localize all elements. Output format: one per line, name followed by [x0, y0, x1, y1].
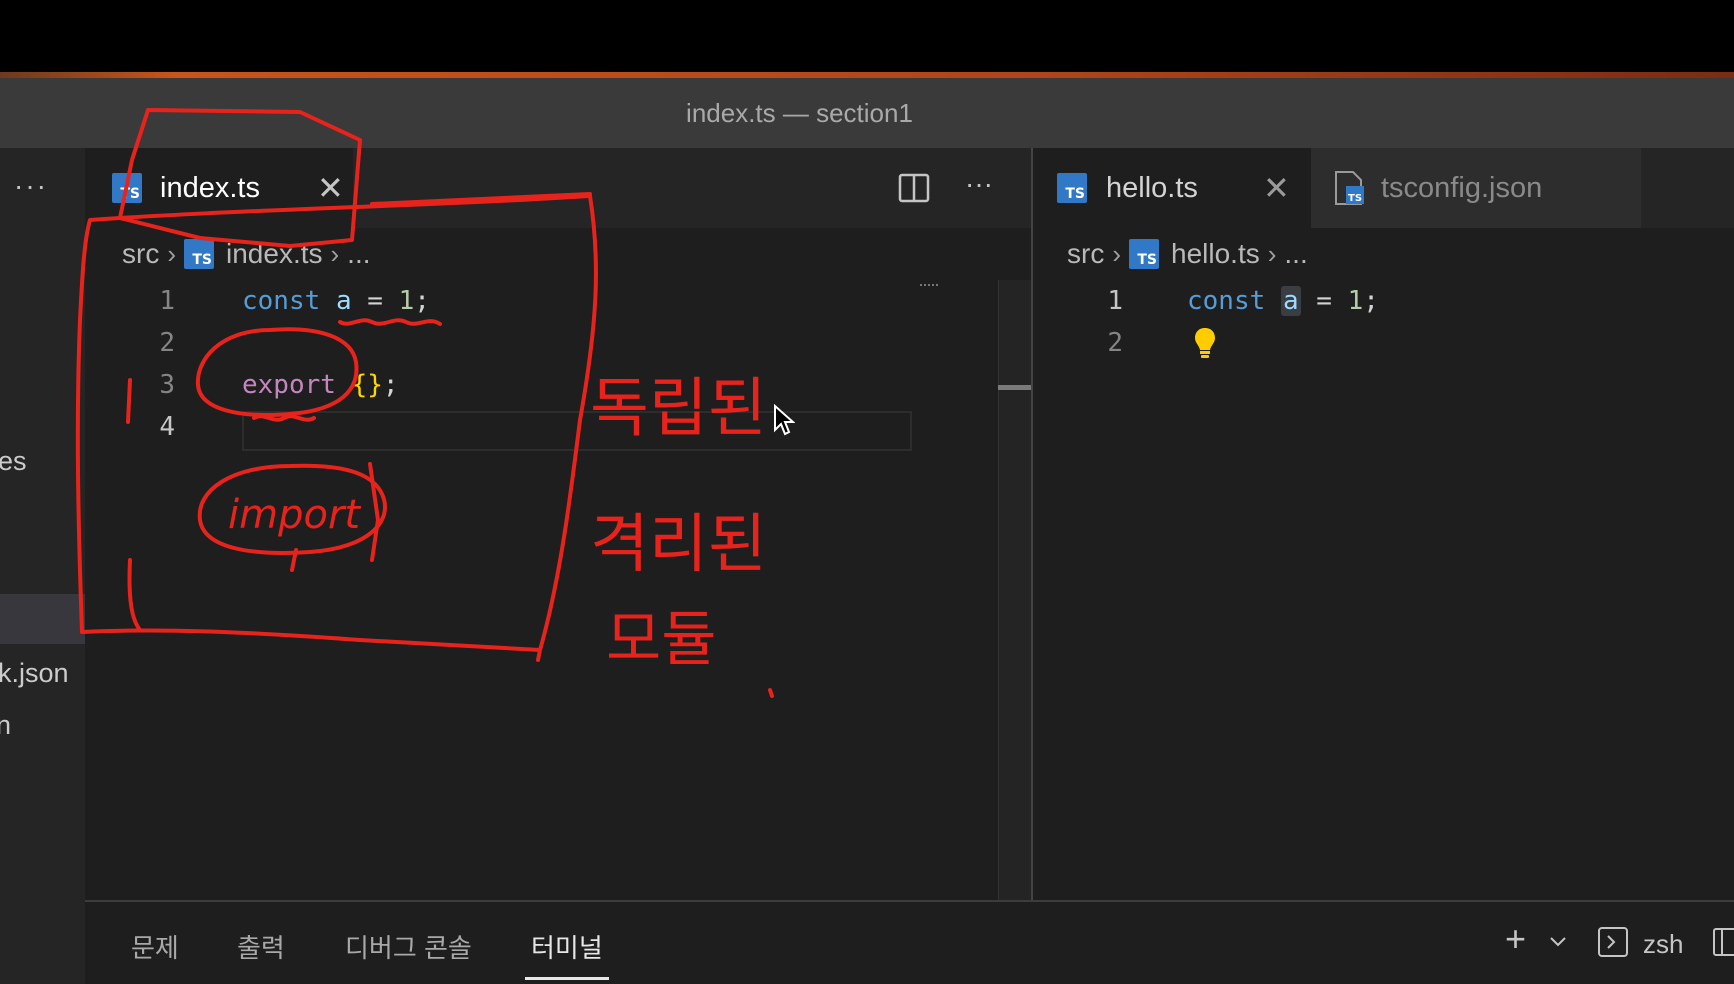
typescript-icon: TS	[1057, 173, 1087, 203]
line-number: 2	[159, 328, 175, 358]
explorer-item[interactable]: n	[0, 710, 11, 741]
tab-problems[interactable]: 문제	[131, 928, 179, 965]
typescript-icon: TS	[184, 239, 214, 269]
breadcrumb-folder[interactable]: src	[1067, 238, 1104, 270]
line-number-current: 4	[159, 412, 175, 442]
terminal-shell-label[interactable]: zsh	[1643, 929, 1683, 960]
explorer-sidebar: ··· es k.json n	[0, 148, 85, 984]
line-number: 3	[159, 370, 175, 400]
breadcrumb: src › TS index.ts › ...	[122, 238, 371, 270]
tab-debug-console[interactable]: 디버그 콘솔	[345, 928, 472, 965]
semicolon: ;	[382, 370, 399, 400]
braces: {}	[351, 370, 383, 400]
keyword: const	[1187, 286, 1266, 316]
tab-index-ts[interactable]: TS index.ts ✕	[85, 148, 353, 228]
tab-bar-right: TS hello.ts ✕ TS tsconfig.json	[1033, 148, 1734, 228]
active-tab-indicator	[525, 977, 609, 980]
keyword: const	[242, 286, 321, 316]
current-line-highlight	[242, 411, 912, 451]
code-line-1[interactable]: const a = 1;	[242, 286, 430, 316]
editor-group-left: TS index.ts ✕ ··· src › TS index.ts › ..…	[85, 148, 1031, 900]
breadcrumb-tail[interactable]: ...	[347, 238, 370, 270]
number-literal: 1	[1347, 286, 1364, 316]
svg-text:TS: TS	[1348, 193, 1362, 204]
line-number: 1	[1107, 286, 1123, 316]
identifier: a	[335, 286, 352, 316]
minimap[interactable]	[920, 284, 938, 288]
add-terminal-button[interactable]: +	[1505, 918, 1526, 960]
semicolon: ;	[414, 286, 430, 316]
number-literal: 1	[398, 286, 415, 316]
terminal-icon	[1598, 927, 1628, 957]
top-black-bar	[0, 0, 1734, 72]
chevron-right-icon: ›	[1267, 238, 1277, 269]
tab-label: hello.ts	[1106, 171, 1198, 204]
keyword-export: export	[242, 370, 336, 400]
explorer-selected-row[interactable]	[0, 594, 85, 644]
breadcrumb-tail[interactable]: ...	[1284, 238, 1307, 270]
typescript-icon: TS	[1129, 239, 1159, 269]
typescript-icon: TS	[112, 173, 142, 203]
breadcrumb-folder[interactable]: src	[122, 238, 159, 270]
explorer-item[interactable]: k.json	[0, 658, 69, 689]
breadcrumb-file[interactable]: hello.ts	[1171, 238, 1260, 270]
chevron-right-icon: ›	[330, 238, 340, 269]
chevron-down-icon[interactable]	[1549, 936, 1567, 948]
breadcrumb-file[interactable]: index.ts	[226, 238, 323, 270]
code-line-1[interactable]: const a = 1;	[1187, 286, 1379, 316]
tab-bar-left: TS index.ts ✕ ···	[85, 148, 1031, 228]
bottom-panel: 문제 출력 디버그 콘솔 터미널 + zsh	[85, 900, 1734, 984]
tsconfig-file-icon: TS	[1335, 171, 1364, 205]
mouse-cursor-icon	[774, 404, 795, 436]
tab-terminal[interactable]: 터미널	[531, 928, 603, 965]
chevron-right-icon: ›	[167, 238, 176, 269]
explorer-item[interactable]: es	[0, 446, 27, 477]
code-line-3[interactable]: export {};	[242, 370, 399, 400]
operator: =	[367, 286, 383, 316]
editor-group-right: TS hello.ts ✕ TS tsconfig.json src › TS …	[1033, 148, 1734, 900]
tab-hello-ts[interactable]: TS hello.ts ✕	[1033, 148, 1311, 228]
vertical-scrollbar[interactable]	[998, 280, 1031, 900]
operator: =	[1316, 286, 1332, 316]
close-icon[interactable]: ✕	[1263, 169, 1290, 207]
identifier-highlighted: a	[1280, 286, 1301, 316]
tab-label: tsconfig.json	[1381, 171, 1543, 204]
title-bar: index.ts — section1	[0, 78, 1734, 148]
tab-tsconfig-json[interactable]: TS tsconfig.json	[1311, 148, 1641, 228]
panel-layout-icon[interactable]	[1712, 927, 1734, 957]
tab-label: index.ts	[160, 171, 260, 204]
chevron-right-icon: ›	[1112, 238, 1121, 269]
explorer-more-button[interactable]: ···	[14, 170, 48, 202]
split-editor-icon[interactable]	[898, 172, 930, 204]
breadcrumb: src › TS hello.ts › ...	[1067, 238, 1308, 270]
window-title: index.ts — section1	[686, 97, 913, 128]
scrollbar-thumb[interactable]	[998, 385, 1031, 390]
close-icon[interactable]: ✕	[317, 169, 344, 207]
lightbulb-icon[interactable]	[1193, 326, 1217, 360]
semicolon: ;	[1363, 286, 1379, 316]
line-number: 2	[1107, 328, 1123, 358]
tab-output[interactable]: 출력	[237, 928, 285, 965]
editor-more-button[interactable]: ···	[965, 168, 993, 200]
line-number: 1	[159, 286, 175, 316]
